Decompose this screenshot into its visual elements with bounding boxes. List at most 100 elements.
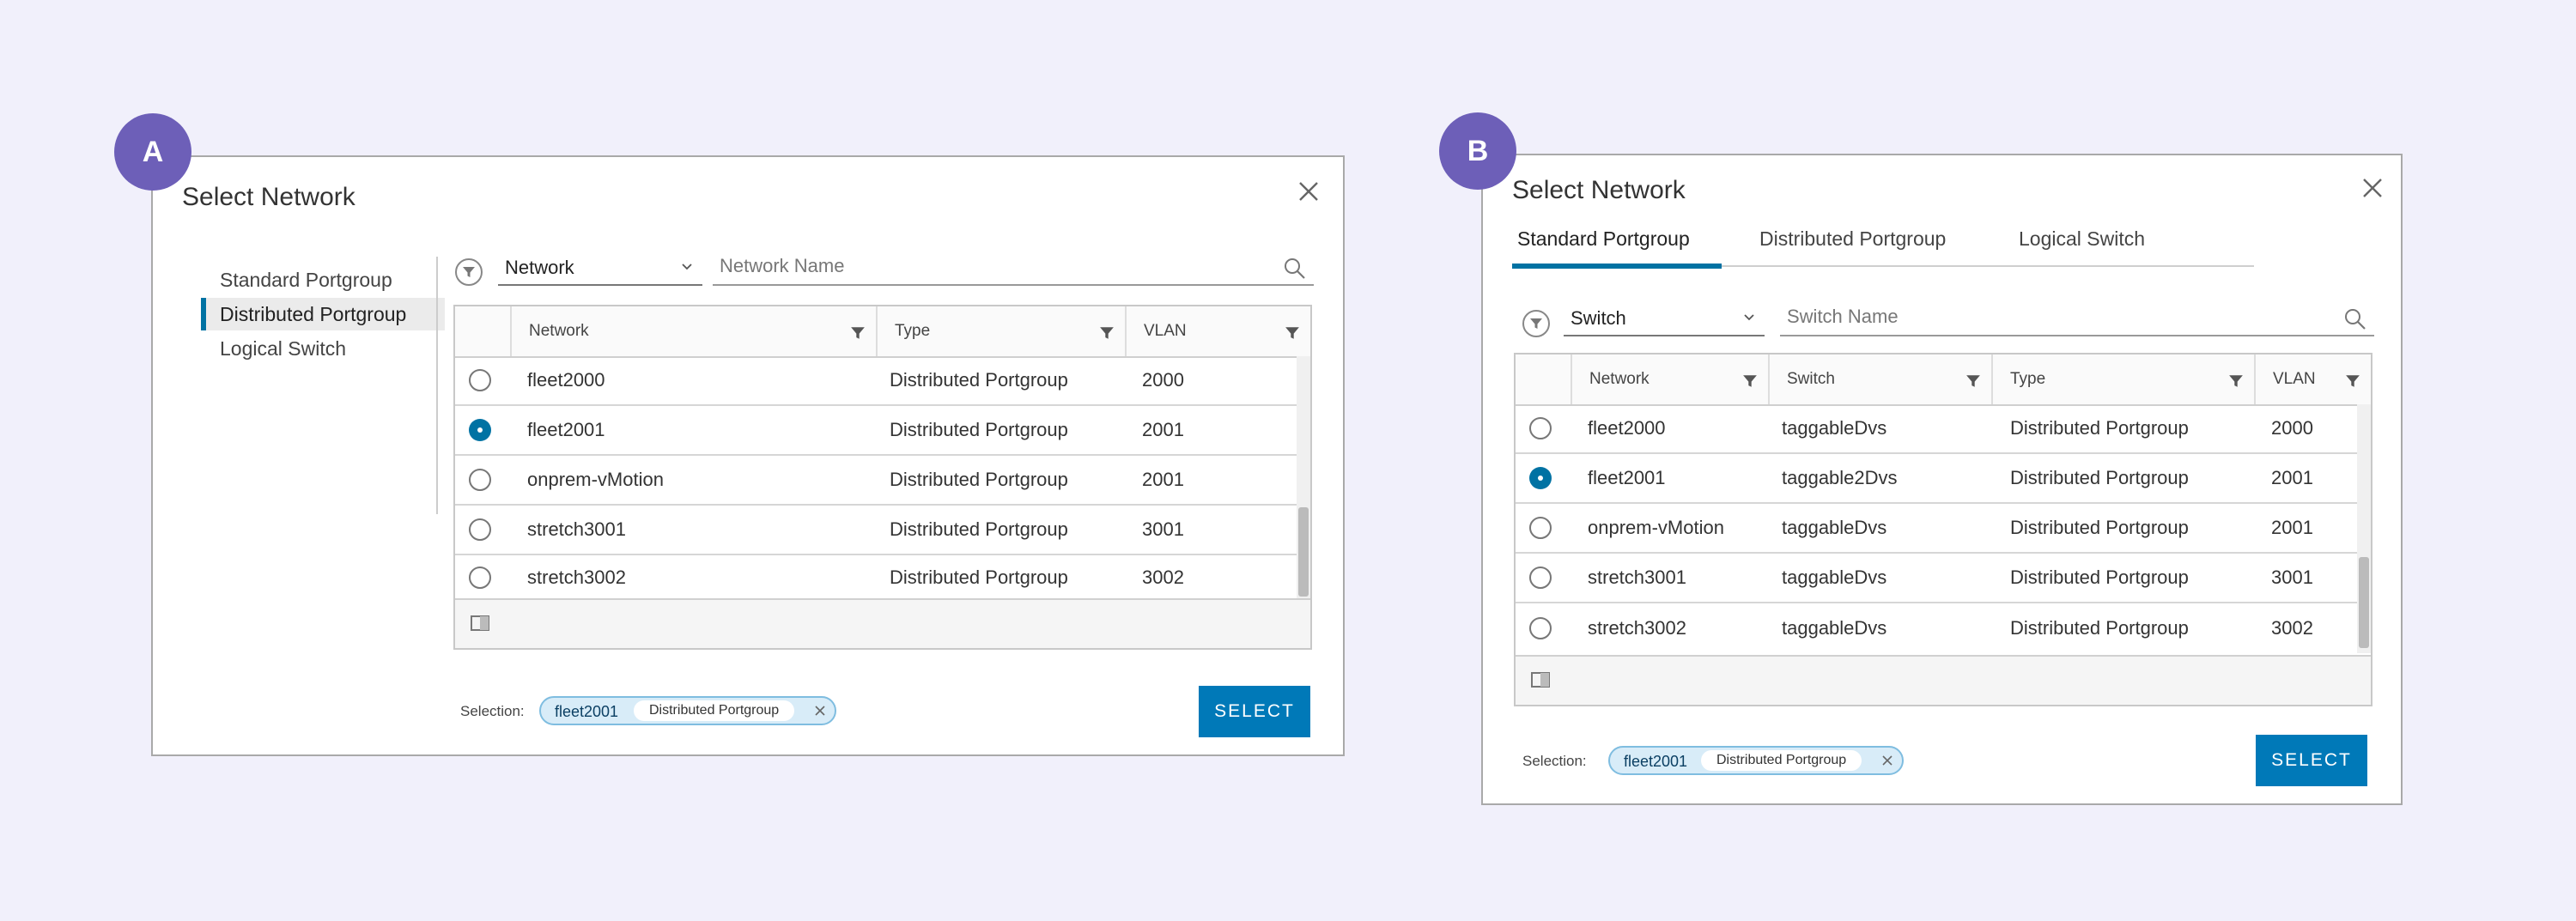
type-cell: Distributed Portgroup	[2010, 567, 2189, 588]
selection-label: Selection:	[1522, 753, 1587, 769]
filter-icon[interactable]	[1099, 325, 1115, 341]
filter-icon[interactable]	[850, 325, 866, 341]
dropdown-value: Network	[505, 257, 574, 278]
close-icon[interactable]	[1297, 179, 1321, 203]
search-icon[interactable]	[2343, 307, 2367, 331]
row-radio[interactable]	[1529, 417, 1552, 439]
column-header-vlan: VLAN	[2254, 354, 2371, 404]
table-footer	[1516, 655, 2371, 705]
table-row[interactable]: fleet2001 Distributed Portgroup 2001	[455, 406, 1310, 456]
search-input[interactable]	[720, 255, 1200, 277]
scrollbar-thumb[interactable]	[2359, 557, 2369, 648]
filter-icon[interactable]	[1965, 373, 1981, 389]
filter-icon[interactable]	[1742, 373, 1758, 389]
chip-network-name: fleet2001	[555, 703, 619, 720]
scrollbar-thumb[interactable]	[1298, 507, 1309, 597]
type-cell: Distributed Portgroup	[2010, 617, 2189, 639]
dialog-title: Select Network	[1512, 176, 1686, 204]
vlan-cell: 2001	[2271, 517, 2313, 538]
network-cell: onprem-vMotion	[527, 469, 664, 490]
row-radio[interactable]	[1529, 617, 1552, 639]
column-label: VLAN	[1144, 322, 1187, 340]
dialog-title: Select Network	[182, 183, 355, 211]
filter-field-dropdown[interactable]: Switch	[1564, 304, 1765, 336]
switch-cell: taggableDvs	[1782, 617, 1887, 639]
chip-remove-icon[interactable]	[1881, 754, 1893, 766]
network-cell: fleet2001	[527, 419, 605, 440]
network-cell: stretch3002	[527, 567, 626, 588]
tab-distributed-portgroup[interactable]: Distributed Portgroup	[1759, 227, 1946, 251]
sidebar-item-standard-portgroup[interactable]: Standard Portgroup	[201, 264, 445, 296]
table-row[interactable]: fleet2001 taggable2Dvs Distributed Portg…	[1516, 454, 2371, 504]
close-icon[interactable]	[2360, 176, 2385, 200]
table-footer	[455, 598, 1310, 648]
table-row[interactable]: fleet2000 taggableDvs Distributed Portgr…	[1516, 404, 2371, 454]
table-row[interactable]: onprem-vMotion Distributed Portgroup 200…	[455, 456, 1310, 506]
filter-icon[interactable]	[2345, 373, 2360, 389]
row-radio[interactable]	[469, 518, 491, 541]
network-cell: fleet2000	[1588, 417, 1666, 439]
vlan-cell: 2000	[2271, 417, 2313, 439]
select-button[interactable]: SELECT	[2256, 735, 2367, 786]
search-input[interactable]	[1787, 306, 2263, 328]
tab-logical-switch[interactable]: Logical Switch	[2019, 227, 2145, 251]
scrollbar[interactable]	[1297, 356, 1310, 600]
tab-standard-portgroup[interactable]: Standard Portgroup	[1517, 227, 1690, 251]
type-cell: Distributed Portgroup	[890, 369, 1068, 391]
filter-icon[interactable]	[1522, 310, 1550, 337]
column-label: Type	[895, 322, 931, 340]
switch-cell: taggable2Dvs	[1782, 467, 1898, 488]
sidebar-divider	[436, 257, 438, 514]
row-radio[interactable]	[469, 469, 491, 491]
table-row[interactable]: stretch3001 taggableDvs Distributed Port…	[1516, 554, 2371, 603]
network-name-search	[713, 253, 1314, 286]
filter-icon[interactable]	[455, 258, 483, 286]
row-radio[interactable]	[469, 567, 491, 589]
row-radio[interactable]	[469, 369, 491, 391]
vlan-cell: 3002	[1142, 567, 1184, 588]
column-toggle-icon[interactable]	[1531, 672, 1550, 688]
type-cell: Distributed Portgroup	[890, 518, 1068, 540]
chip-remove-icon[interactable]	[814, 705, 826, 717]
column-toggle-icon[interactable]	[471, 615, 489, 631]
row-radio[interactable]	[1529, 517, 1552, 539]
network-cell: stretch3001	[1588, 567, 1686, 588]
sidebar-item-logical-switch[interactable]: Logical Switch	[201, 332, 445, 365]
column-label: Network	[529, 322, 589, 340]
scrollbar[interactable]	[2357, 404, 2371, 653]
filter-icon[interactable]	[1285, 325, 1300, 341]
row-radio[interactable]	[469, 419, 491, 441]
switch-cell: taggableDvs	[1782, 567, 1887, 588]
network-cell: onprem-vMotion	[1588, 517, 1724, 538]
switch-cell: taggableDvs	[1782, 417, 1887, 439]
sidebar-item-distributed-portgroup[interactable]: Distributed Portgroup	[201, 298, 445, 330]
search-icon[interactable]	[1283, 257, 1307, 281]
filter-field-dropdown[interactable]: Network	[498, 253, 702, 286]
vlan-cell: 2000	[1142, 369, 1184, 391]
table-row[interactable]: onprem-vMotion taggableDvs Distributed P…	[1516, 504, 2371, 554]
row-radio[interactable]	[1529, 567, 1552, 589]
table-row[interactable]: stretch3001 Distributed Portgroup 3001	[455, 506, 1310, 555]
select-network-dialog-a: Select Network Standard Portgroup Distri…	[151, 155, 1345, 756]
table-row[interactable]: stretch3002 Distributed Portgroup 3002	[455, 555, 1310, 600]
switch-cell: taggableDvs	[1782, 517, 1887, 538]
type-cell: Distributed Portgroup	[890, 469, 1068, 490]
table-row[interactable]: stretch3002 taggableDvs Distributed Port…	[1516, 603, 2371, 653]
network-cell: fleet2000	[527, 369, 605, 391]
type-cell: Distributed Portgroup	[2010, 517, 2189, 538]
type-cell: Distributed Portgroup	[890, 419, 1068, 440]
column-header-network: Network	[1571, 354, 1768, 404]
selection-chip: fleet2001 Distributed Portgroup	[1608, 746, 1904, 775]
table-row[interactable]: fleet2000 Distributed Portgroup 2000	[455, 356, 1310, 406]
network-cell: stretch3002	[1588, 617, 1686, 639]
select-column-header	[1516, 354, 1571, 404]
filter-icon[interactable]	[2228, 373, 2244, 389]
column-header-network: Network	[510, 306, 876, 356]
select-button[interactable]: SELECT	[1199, 686, 1310, 737]
chip-network-name: fleet2001	[1624, 753, 1688, 770]
row-radio[interactable]	[1529, 467, 1552, 489]
vlan-cell: 2001	[1142, 419, 1184, 440]
panel-marker-b: B	[1439, 112, 1516, 190]
column-header-type: Type	[1991, 354, 2254, 404]
column-header-switch: Switch	[1768, 354, 1991, 404]
